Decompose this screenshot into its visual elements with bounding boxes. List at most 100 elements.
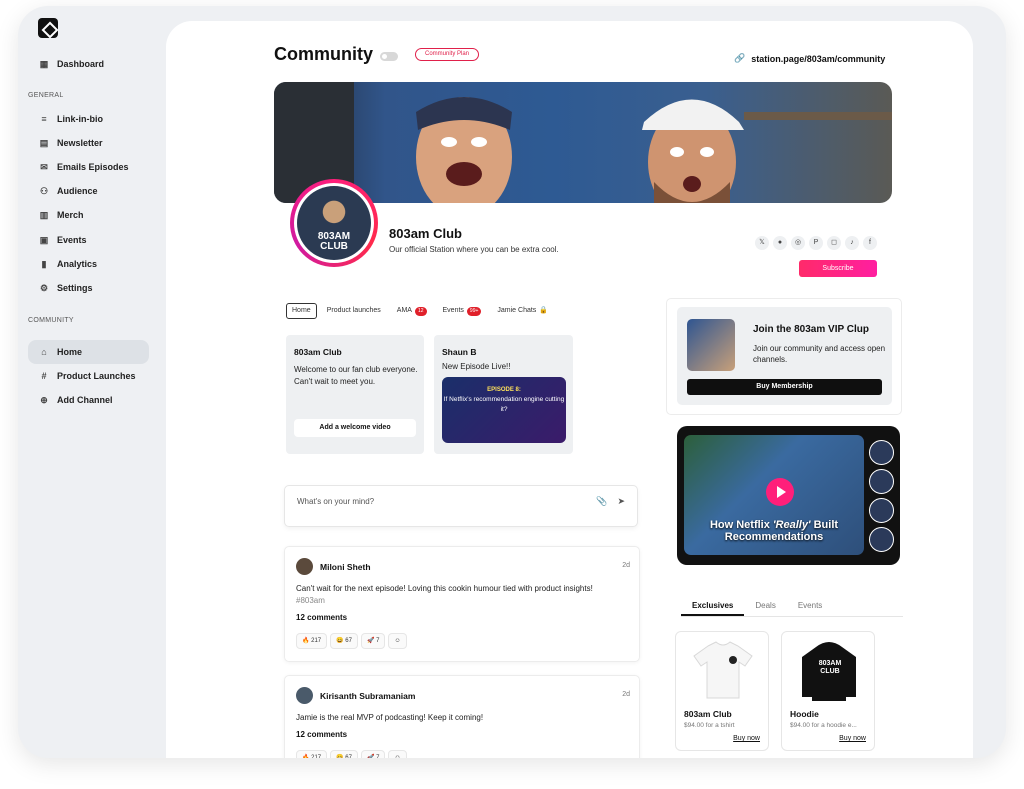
add-reaction-icon[interactable]: ☺ bbox=[388, 633, 407, 649]
video-thumb[interactable] bbox=[869, 527, 894, 552]
video-player[interactable]: How Netflix 'Really' Built Recommendatio… bbox=[677, 426, 900, 565]
channel-tabs: Home Product launches AMA 12 Events 99+ Ja… bbox=[286, 303, 554, 319]
tab-ama[interactable]: AMA 12 bbox=[391, 303, 433, 319]
avatar-text-line2: CLUB bbox=[320, 241, 348, 252]
post-time: 2d bbox=[622, 691, 630, 698]
sidebar-item-merch[interactable]: ▥ Merch bbox=[28, 203, 149, 227]
hash-icon: # bbox=[41, 371, 47, 381]
sidebar-item-analytics[interactable]: ▮ Analytics bbox=[28, 252, 149, 276]
club-avatar[interactable]: 803AM CLUB bbox=[290, 179, 378, 267]
add-welcome-video-button[interactable]: Add a welcome video bbox=[294, 419, 416, 437]
video-thumb[interactable] bbox=[869, 498, 894, 523]
post-composer[interactable]: What's on your mind? 📎 ➤ bbox=[284, 485, 638, 527]
sidebar-item-newsletter[interactable]: ▤ Newsletter bbox=[28, 131, 149, 155]
gear-icon: ⚙ bbox=[39, 282, 49, 293]
hashtag[interactable]: #803am bbox=[296, 596, 325, 605]
product-price: $94.00 for a tshirt bbox=[684, 722, 735, 729]
episode-thumbnail[interactable]: EPISODE 8: If Netflix's recommendation e… bbox=[442, 377, 566, 443]
post-author[interactable]: Miloni Sheth bbox=[320, 562, 371, 572]
sidebar-item-label: Link-in-bio bbox=[57, 114, 103, 124]
mail-icon: ✉ bbox=[40, 161, 48, 172]
buy-now-link[interactable]: Buy now bbox=[839, 735, 866, 742]
tiktok-icon[interactable]: ♪ bbox=[845, 236, 859, 250]
instagram-icon[interactable]: ◻ bbox=[827, 236, 841, 250]
sidebar-section-general: GENERAL bbox=[28, 92, 64, 99]
card-message: Welcome to our fan club everyone. Can't … bbox=[294, 365, 418, 386]
buy-membership-button[interactable]: Buy Membership bbox=[687, 379, 882, 395]
card-author: Shaun B bbox=[442, 347, 477, 357]
episode-card: Shaun B New Episode Live!! EPISODE 8: If… bbox=[434, 335, 573, 454]
reactions: 🔥 217 😄 67 🚀 7 ☺ bbox=[296, 633, 407, 649]
subscribe-button[interactable]: Subscribe bbox=[799, 260, 877, 277]
tab-deals[interactable]: Deals bbox=[744, 599, 786, 616]
link-icon: 🔗 bbox=[734, 53, 746, 63]
reaction-laugh[interactable]: 😄 67 bbox=[330, 750, 358, 758]
calendar-icon: ▣ bbox=[39, 234, 49, 245]
facebook-icon[interactable]: f bbox=[863, 236, 877, 250]
composer-placeholder: What's on your mind? bbox=[297, 497, 375, 506]
grid-icon: ▦ bbox=[39, 58, 49, 69]
sidebar-item-label: Analytics bbox=[57, 259, 98, 269]
sidebar-item-add-channel[interactable]: ⊕ Add Channel bbox=[28, 388, 149, 412]
sidebar-item-label: Home bbox=[57, 347, 83, 357]
tshirt-image bbox=[684, 638, 762, 702]
video-title: How Netflix 'Really' Built Recommendatio… bbox=[709, 519, 839, 543]
main-panel: Community Community Plan 🔗 station.page/… bbox=[166, 21, 973, 758]
tab-exclusives[interactable]: Exclusives bbox=[681, 599, 745, 616]
hoodie-image: 803AM CLUB bbox=[790, 638, 868, 702]
sidebar-item-audience[interactable]: ⚇ Audience bbox=[28, 179, 149, 203]
product-card[interactable]: 803AM CLUB Hoodie $94.00 for a hoodie e.… bbox=[781, 631, 875, 751]
tab-product-launches[interactable]: Product launches bbox=[321, 303, 387, 319]
sidebar-item-link-in-bio[interactable]: ≡ Link-in-bio bbox=[28, 107, 149, 131]
product-card[interactable]: 803am Club $94.00 for a tshirt Buy now bbox=[675, 631, 769, 751]
shop-tabs: Exclusives Deals Events bbox=[681, 599, 903, 617]
reaction-fire[interactable]: 🔥 217 bbox=[296, 750, 328, 758]
paperclip-icon[interactable]: 📎 bbox=[596, 496, 607, 507]
sidebar-item-product-launches[interactable]: # Product Launches bbox=[28, 364, 149, 388]
sidebar-item-label: Emails Episodes bbox=[57, 162, 129, 172]
sidebar-item-label: Product Launches bbox=[57, 371, 136, 381]
add-reaction-icon[interactable]: ☺ bbox=[388, 750, 407, 758]
buy-now-link[interactable]: Buy now bbox=[733, 735, 760, 742]
tab-jamie-chats[interactable]: Jamie Chats 🔒 bbox=[491, 303, 554, 319]
patreon-icon[interactable]: P bbox=[809, 236, 823, 250]
avatar[interactable] bbox=[296, 687, 313, 704]
send-icon[interactable]: ➤ bbox=[617, 496, 625, 507]
product-name: Hoodie bbox=[790, 709, 819, 719]
comments-count[interactable]: 12 comments bbox=[296, 730, 347, 739]
video-thumb[interactable] bbox=[869, 469, 894, 494]
station-logo-icon[interactable] bbox=[38, 18, 58, 38]
page-link[interactable]: 🔗 station.page/803am/community bbox=[734, 53, 885, 64]
post-card: Kirisanth Subramaniam 2d Jamie is the re… bbox=[284, 675, 640, 758]
video-thumb[interactable] bbox=[869, 440, 894, 465]
x-icon[interactable]: 𝕏 bbox=[755, 236, 769, 250]
reaction-rocket[interactable]: 🚀 7 bbox=[360, 750, 386, 758]
users-icon: ⚇ bbox=[39, 185, 49, 196]
sidebar-item-emails-episodes[interactable]: ✉ Emails Episodes bbox=[28, 155, 149, 179]
sidebar-item-label: Events bbox=[57, 235, 87, 245]
tab-home[interactable]: Home bbox=[286, 303, 317, 319]
sidebar-item-events[interactable]: ▣ Events bbox=[28, 228, 149, 252]
card-message: New Episode Live!! bbox=[442, 362, 511, 371]
card-author: 803am Club bbox=[294, 347, 342, 357]
play-button[interactable] bbox=[766, 478, 794, 506]
avatar[interactable] bbox=[296, 558, 313, 575]
podcast-icon[interactable]: ◎ bbox=[791, 236, 805, 250]
reaction-laugh[interactable]: 😄 67 bbox=[330, 633, 358, 649]
home-icon: ⌂ bbox=[41, 347, 47, 357]
post-text: Jamie is the real MVP of podcasting! Kee… bbox=[296, 713, 484, 722]
sidebar-item-home[interactable]: ⌂ Home bbox=[28, 340, 149, 364]
reaction-fire[interactable]: 🔥 217 bbox=[296, 633, 328, 649]
spotify-icon[interactable]: ● bbox=[773, 236, 787, 250]
sidebar-item-settings[interactable]: ⚙ Settings bbox=[28, 276, 149, 300]
sidebar-item-dashboard[interactable]: ▦ Dashboard bbox=[28, 52, 149, 76]
community-toggle[interactable] bbox=[380, 52, 398, 61]
tab-events[interactable]: Events 99+ bbox=[437, 303, 488, 319]
product-price: $94.00 for a hoodie e... bbox=[790, 722, 857, 729]
comments-count[interactable]: 12 comments bbox=[296, 613, 347, 622]
reaction-rocket[interactable]: 🚀 7 bbox=[360, 633, 386, 649]
post-author[interactable]: Kirisanth Subramaniam bbox=[320, 691, 415, 701]
tab-label: AMA bbox=[396, 307, 412, 314]
tab-label: Product launches bbox=[326, 307, 381, 314]
tab-events[interactable]: Events bbox=[787, 599, 833, 616]
